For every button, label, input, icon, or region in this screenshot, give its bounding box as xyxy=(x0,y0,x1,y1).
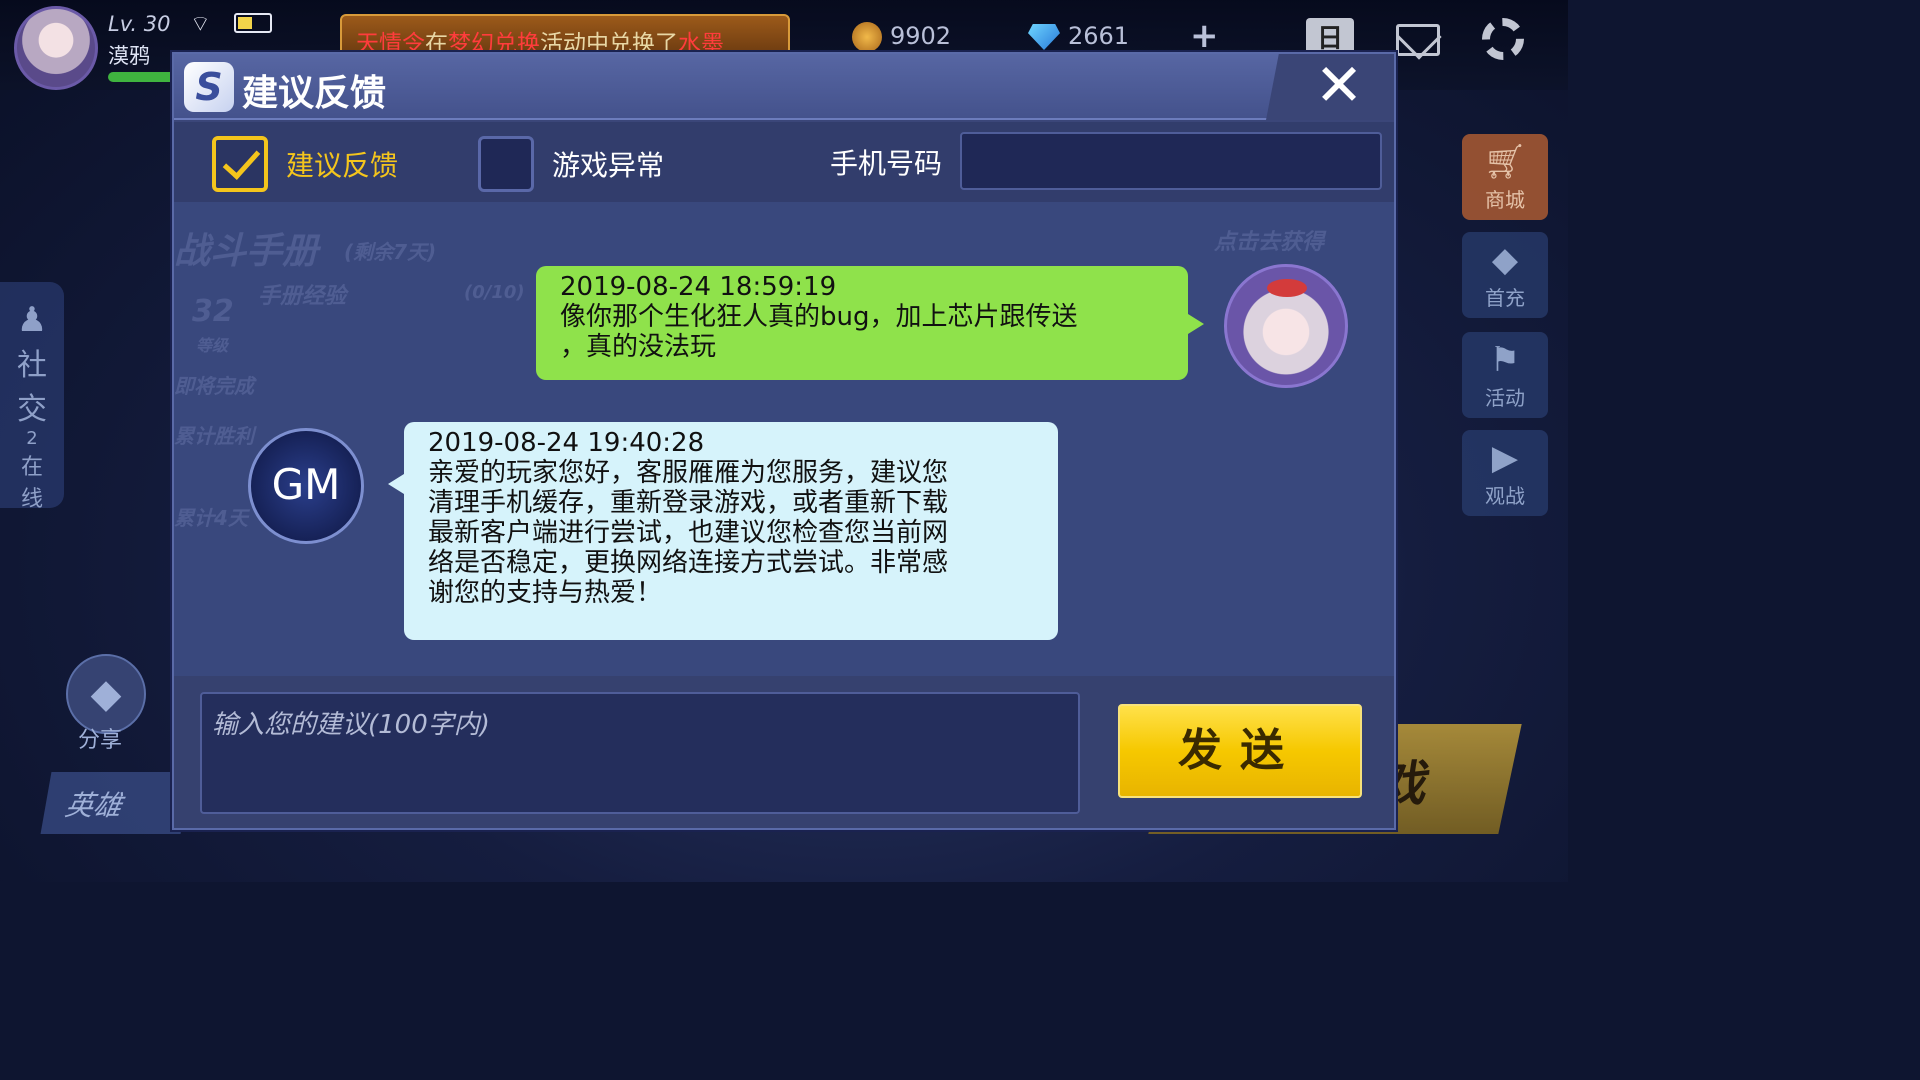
bg-level-number: 32 xyxy=(192,294,234,329)
online-count: 2 xyxy=(26,428,38,449)
bg-handbook-exp: 手册经验 xyxy=(258,284,347,309)
watch-button[interactable]: ▶ 观战 xyxy=(1462,430,1548,516)
player-level: Lv. 30 xyxy=(108,12,171,36)
game-logo-icon: S xyxy=(184,62,234,112)
avatar-horn-decoration xyxy=(1267,279,1307,297)
phone-input[interactable] xyxy=(960,132,1382,190)
player-avatar[interactable] xyxy=(14,6,98,90)
feedback-dialog: S 建议反馈 ✕ 建议反馈 游戏异常 手机号码 战斗手册 (剩余7天) 手册经验… xyxy=(172,52,1396,830)
xp-bar xyxy=(108,72,178,82)
bg-handbook-remaining: (剩余7天) xyxy=(344,240,437,264)
mail-icon[interactable] xyxy=(1396,24,1440,56)
events-label: 活动 xyxy=(1485,386,1525,410)
bg-task-1: 即将完成 xyxy=(174,374,254,398)
message-text-line: 最新客户端进行尝试，也建议您检查您当前网 xyxy=(428,518,949,548)
bg-level-label: 等级 xyxy=(196,336,229,355)
battery-icon xyxy=(234,13,272,33)
online-label-2: 线 xyxy=(20,487,43,512)
dialog-title: 建议反馈 xyxy=(242,73,387,114)
bg-exp-progress: (0/10) xyxy=(464,282,525,303)
share-label: 分享 xyxy=(78,728,123,753)
social-label-1: 社 xyxy=(17,348,47,383)
game-error-checkbox[interactable] xyxy=(478,136,534,192)
social-panel-tab[interactable]: ♟ 社 交 2 在 线 xyxy=(0,282,64,512)
settings-gear-icon[interactable] xyxy=(1482,18,1524,60)
watch-label: 观战 xyxy=(1485,484,1525,508)
social-label-2: 交 xyxy=(17,392,47,427)
message-timestamp: 2019-08-24 19:40:28 xyxy=(428,428,705,458)
player-name: 漠鸦 xyxy=(108,44,150,68)
message-text-line: 像你那个生化狂人真的bug，加上芯片跟传送 xyxy=(560,302,1078,332)
dialog-header: S 建议反馈 ✕ xyxy=(174,54,1394,120)
bg-task-2: 累计胜利 xyxy=(174,424,254,448)
user-avatar[interactable] xyxy=(1224,264,1348,388)
events-button[interactable]: ⚑ 活动 xyxy=(1462,332,1548,418)
close-button[interactable]: ✕ xyxy=(1312,56,1366,114)
first-recharge-button[interactable]: ◆ 首充 xyxy=(1462,232,1548,318)
bg-task-3: 累计4天 xyxy=(174,506,248,530)
bg-handbook-title: 战斗手册 xyxy=(174,231,319,272)
phone-label: 手机号码 xyxy=(830,147,943,180)
play-icon: ▶ xyxy=(1491,438,1519,478)
feedback-checkbox[interactable] xyxy=(212,136,268,192)
gem-count: 2661 xyxy=(1068,22,1130,50)
coin-icon xyxy=(852,22,882,52)
game-error-option-label[interactable]: 游戏异常 xyxy=(552,144,664,184)
cart-icon: 🛒︎ xyxy=(1483,142,1527,182)
gm-message-bubble: 2019-08-24 19:40:28 亲爱的玩家您好，客服雁雁为您服务，建议您… xyxy=(388,422,1058,640)
shop-label: 商城 xyxy=(1485,188,1525,212)
message-text-line: 清理手机缓存，重新登录游戏，或者重新下载 xyxy=(428,488,949,518)
gem-icon xyxy=(1028,24,1060,50)
message-text-line: 谢您的支持与热爱！ xyxy=(428,578,663,608)
feedback-option-label[interactable]: 建议反馈 xyxy=(286,144,398,184)
hero-tab[interactable]: 英雄 xyxy=(40,772,192,834)
online-label-1: 在 xyxy=(20,455,43,480)
game-screen: Lv. 30 漠鸦 ⌔ 天情令在梦幻兑换活动中兑换了水墨 9902 2661 +… xyxy=(0,0,1568,882)
bg-get-button: 点击去获得 xyxy=(1214,230,1325,255)
shop-button[interactable]: 🛒︎ 商城 xyxy=(1462,134,1548,220)
coin-count: 9902 xyxy=(890,22,952,50)
chat-area[interactable]: 战斗手册 (剩余7天) 手册经验 (0/10) 32 等级 点击去获得 即将完成… xyxy=(174,202,1394,676)
message-text-line: ，真的没法玩 xyxy=(560,332,717,362)
feedback-type-row: 建议反馈 游戏异常 手机号码 xyxy=(174,122,1394,202)
message-text-line: 亲爱的玩家您好，客服雁雁为您服务，建议您 xyxy=(428,458,949,488)
suggestion-input[interactable] xyxy=(200,692,1080,814)
flag-icon: ⚑ xyxy=(1489,340,1521,380)
wifi-icon: ⌔ xyxy=(190,12,211,37)
social-person-icon: ♟ xyxy=(16,300,48,340)
message-timestamp: 2019-08-24 18:59:19 xyxy=(560,272,837,302)
user-message-bubble: 2019-08-24 18:59:19 像你那个生化狂人真的bug，加上芯片跟传… xyxy=(536,266,1204,380)
message-text-line: 络是否稳定，更换网络连接方式尝试。非常感 xyxy=(428,548,949,578)
add-currency-button[interactable]: + xyxy=(1190,16,1219,56)
diamond-icon: ◆ xyxy=(1491,240,1519,280)
first-recharge-label: 首充 xyxy=(1485,286,1525,310)
gm-avatar: GM xyxy=(248,428,364,544)
diamond-icon: ◆ xyxy=(90,671,122,717)
send-button[interactable]: 发送 xyxy=(1118,704,1362,798)
input-row: 发送 xyxy=(174,676,1394,828)
